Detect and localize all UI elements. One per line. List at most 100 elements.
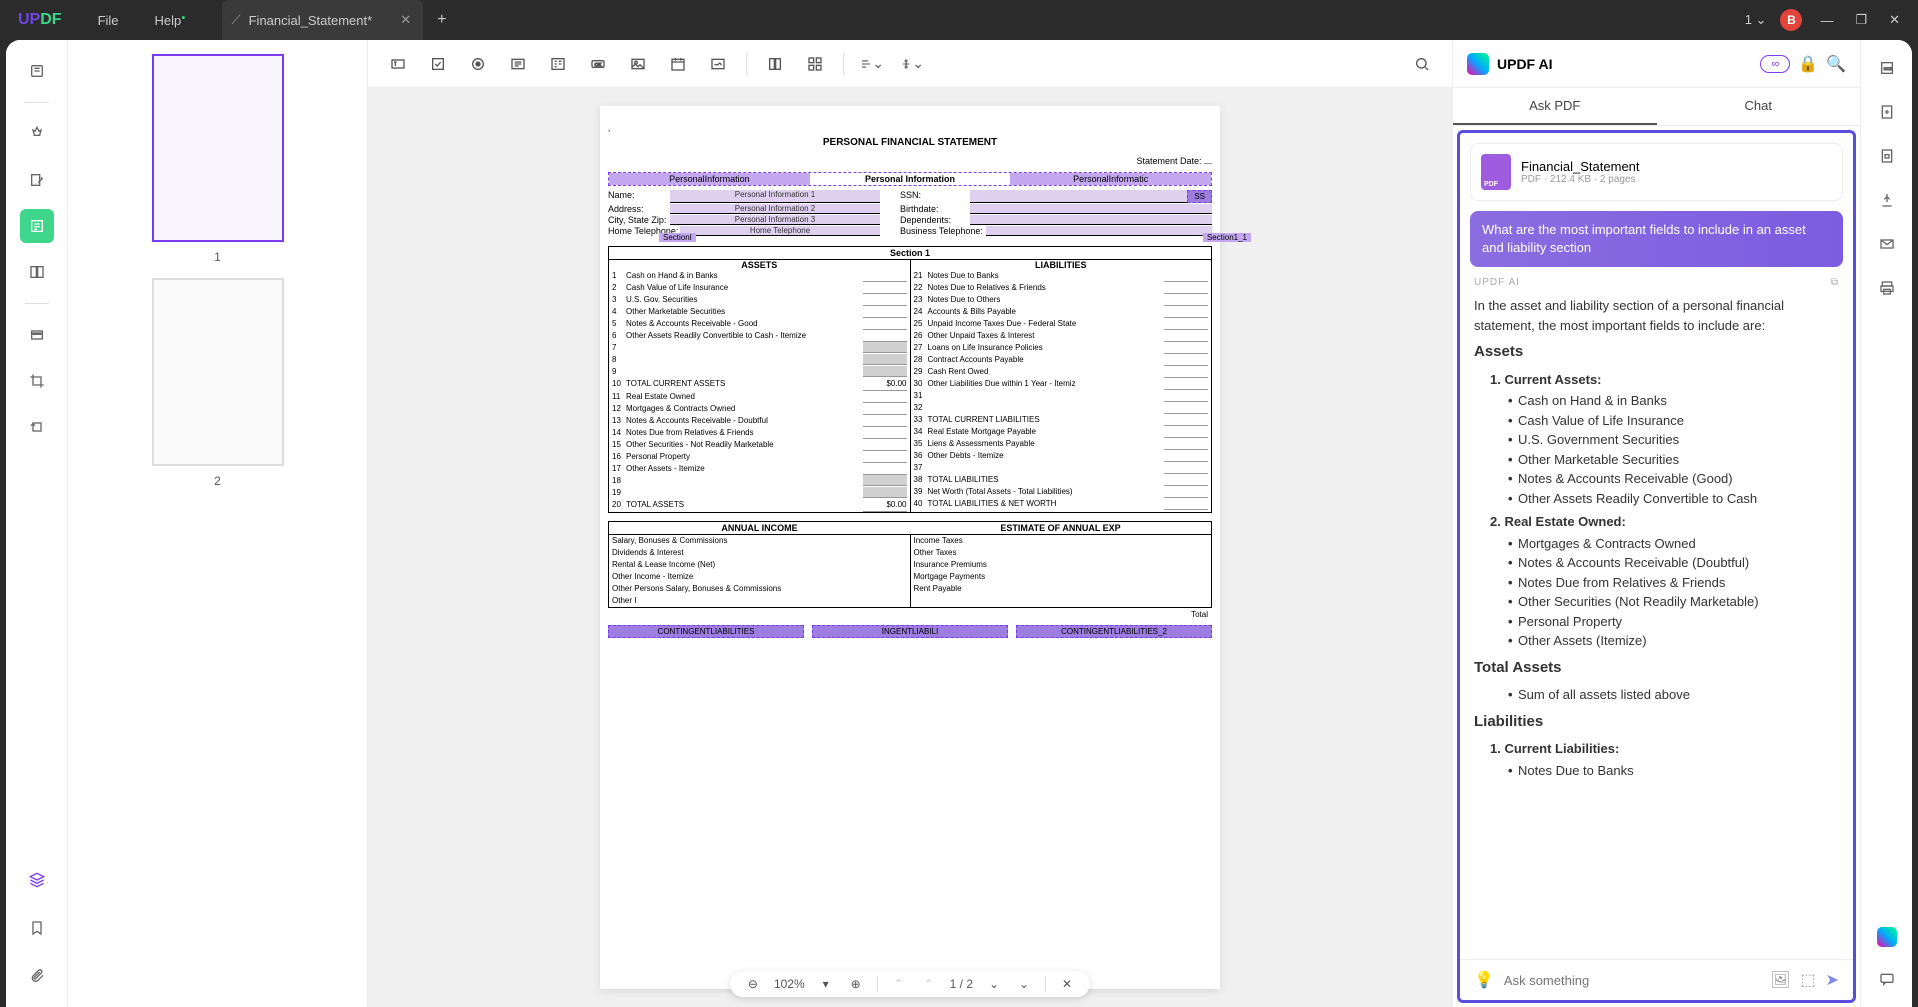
text-field-tool[interactable] (386, 52, 410, 76)
file-meta: PDF · 212.4 KB · 2 pages (1521, 174, 1640, 185)
attachment-icon[interactable] (20, 959, 54, 993)
last-page-button[interactable]: ⌄ (1015, 977, 1033, 991)
pi-header: Personal Information (810, 173, 1011, 185)
order-tool[interactable]: ⌄ (860, 52, 884, 76)
document-page: , PERSONAL FINANCIAL STATEMENT Statement… (600, 106, 1220, 989)
business-phone-field[interactable] (986, 226, 1212, 236)
pi-tag-right[interactable]: PersonalInformatic (1010, 173, 1211, 185)
image-attach-icon[interactable]: 🖼 (1770, 970, 1790, 990)
home-phone-field[interactable]: Home Telephone (680, 226, 880, 236)
layers-icon[interactable] (20, 863, 54, 897)
grid-tool[interactable] (803, 52, 827, 76)
zoom-level[interactable]: 102% (774, 977, 805, 991)
chat-tab[interactable]: Chat (1657, 88, 1861, 125)
lightbulb-icon[interactable]: 💡 (1474, 970, 1494, 990)
ai-input-field[interactable] (1504, 973, 1760, 988)
file-info-box: Financial_Statement PDF · 212.4 KB · 2 p… (1470, 143, 1843, 201)
image-field-tool[interactable] (626, 52, 650, 76)
doc-title: PERSONAL FINANCIAL STATEMENT (608, 137, 1212, 148)
ai-response: In the asset and liability section of a … (1460, 288, 1853, 959)
signature-tool[interactable] (706, 52, 730, 76)
dropdown-tool[interactable] (506, 52, 530, 76)
edit-text-icon[interactable] (20, 163, 54, 197)
close-window-button[interactable]: ✕ (1885, 8, 1904, 32)
birthdate-field[interactable] (970, 204, 1212, 214)
document-viewport[interactable]: , PERSONAL FINANCIAL STATEMENT Statement… (368, 88, 1452, 1007)
ai-panel: UPDF AI ∞ 🔒 🔍 Ask PDF Chat Financial_Sta… (1452, 40, 1860, 1007)
prev-page-button[interactable]: ⌃ (920, 977, 938, 991)
close-zoom-button[interactable]: ✕ (1058, 977, 1076, 991)
form-mode-icon[interactable] (20, 209, 54, 243)
user-question: What are the most important fields to in… (1470, 211, 1843, 267)
minimize-button[interactable]: — (1816, 9, 1837, 32)
redact-icon[interactable] (20, 318, 54, 352)
add-tab-button[interactable]: + (437, 11, 446, 29)
infinity-button[interactable]: ∞ (1760, 55, 1790, 73)
search-ai-icon[interactable]: 🔍 (1826, 54, 1846, 74)
ocr-icon[interactable]: OCR (1873, 54, 1901, 82)
right-toolbar: OCR (1860, 40, 1912, 1007)
crop-attach-icon[interactable]: ⬚ (1800, 970, 1815, 990)
dependents-field[interactable] (970, 215, 1212, 225)
menu-help[interactable]: Help● (137, 13, 204, 28)
name-field[interactable]: Personal Information 1 (670, 190, 880, 203)
thumbnail-panel: 1 2 (68, 40, 368, 1007)
thumbnail-1[interactable]: 1 (82, 54, 353, 264)
app-logo: UPDF (0, 11, 80, 29)
zoom-in-button[interactable]: ⊕ (847, 977, 865, 991)
tab-name: Financial_Statement* (249, 13, 373, 28)
page-indicator[interactable]: 1 ⌄ (1745, 12, 1767, 28)
document-tab[interactable]: ⟋ Financial_Statement* ✕ (222, 0, 424, 40)
file-name: Financial_Statement (1521, 159, 1640, 174)
protect-icon[interactable] (1873, 142, 1901, 170)
menu-file[interactable]: File (80, 13, 137, 28)
pdf-file-icon (1481, 154, 1511, 190)
share-icon[interactable] (1873, 186, 1901, 214)
comments-icon[interactable] (1873, 965, 1901, 993)
email-icon[interactable] (1873, 230, 1901, 258)
csz-field[interactable]: Personal Information 3 (670, 215, 880, 225)
date-field-tool[interactable] (666, 52, 690, 76)
print-icon[interactable] (1873, 274, 1901, 302)
copy-icon[interactable]: ⧉ (1831, 277, 1839, 288)
highlight-icon[interactable] (20, 117, 54, 151)
svg-text:OK: OK (595, 62, 603, 67)
tab-doc-icon: ⟋ (232, 12, 241, 28)
search-tool[interactable] (1410, 52, 1434, 76)
list-tool[interactable] (546, 52, 570, 76)
page-input[interactable]: 1 / 2 (950, 977, 973, 991)
thumbnail-2[interactable]: 2 (82, 278, 353, 488)
next-page-button[interactable]: ⌄ (985, 977, 1003, 991)
organize-icon[interactable] (20, 255, 54, 289)
radio-tool[interactable] (466, 52, 490, 76)
pi-tag-left[interactable]: PersonalInformation (609, 173, 810, 185)
checkbox-tool[interactable] (426, 52, 450, 76)
maximize-button[interactable]: ❐ (1851, 8, 1871, 32)
titlebar: UPDF File Help● ⟋ Financial_Statement* ✕… (0, 0, 1918, 40)
zoom-bar: ⊖ 102% ▾ ⊕ ⌃ ⌃ 1 / 2 ⌄ ⌄ ✕ (730, 971, 1090, 997)
first-page-button[interactable]: ⌃ (890, 977, 908, 991)
zoom-out-button[interactable]: ⊖ (744, 977, 762, 991)
settings-tool[interactable]: ⌄ (900, 52, 924, 76)
lock-icon[interactable]: 🔒 (1798, 54, 1818, 74)
crop-icon[interactable] (20, 364, 54, 398)
ai-logo-icon (1467, 53, 1489, 75)
button-tool[interactable]: OK (586, 52, 610, 76)
ai-toggle-icon[interactable] (1873, 923, 1901, 951)
ai-title: UPDF AI (1497, 56, 1760, 72)
close-tab-button[interactable]: ✕ (400, 12, 411, 28)
align-tool[interactable] (763, 52, 787, 76)
rotate-icon[interactable] (20, 410, 54, 444)
user-avatar[interactable]: B (1780, 9, 1802, 31)
send-button[interactable]: ➤ (1826, 970, 1839, 990)
ask-pdf-tab[interactable]: Ask PDF (1453, 88, 1657, 125)
reader-mode-icon[interactable] (20, 54, 54, 88)
export-icon[interactable] (1873, 98, 1901, 126)
left-sidebar (6, 40, 68, 1007)
form-toolbar: OK ⌄ ⌄ (368, 40, 1452, 88)
zoom-dropdown[interactable]: ▾ (817, 977, 835, 991)
bookmark-icon[interactable] (20, 911, 54, 945)
ssn-field[interactable] (970, 190, 1187, 203)
main-area: OK ⌄ ⌄ , PERSONAL FINANCIAL STATEMENT St… (368, 40, 1452, 1007)
address-field[interactable]: Personal Information 2 (670, 204, 880, 214)
